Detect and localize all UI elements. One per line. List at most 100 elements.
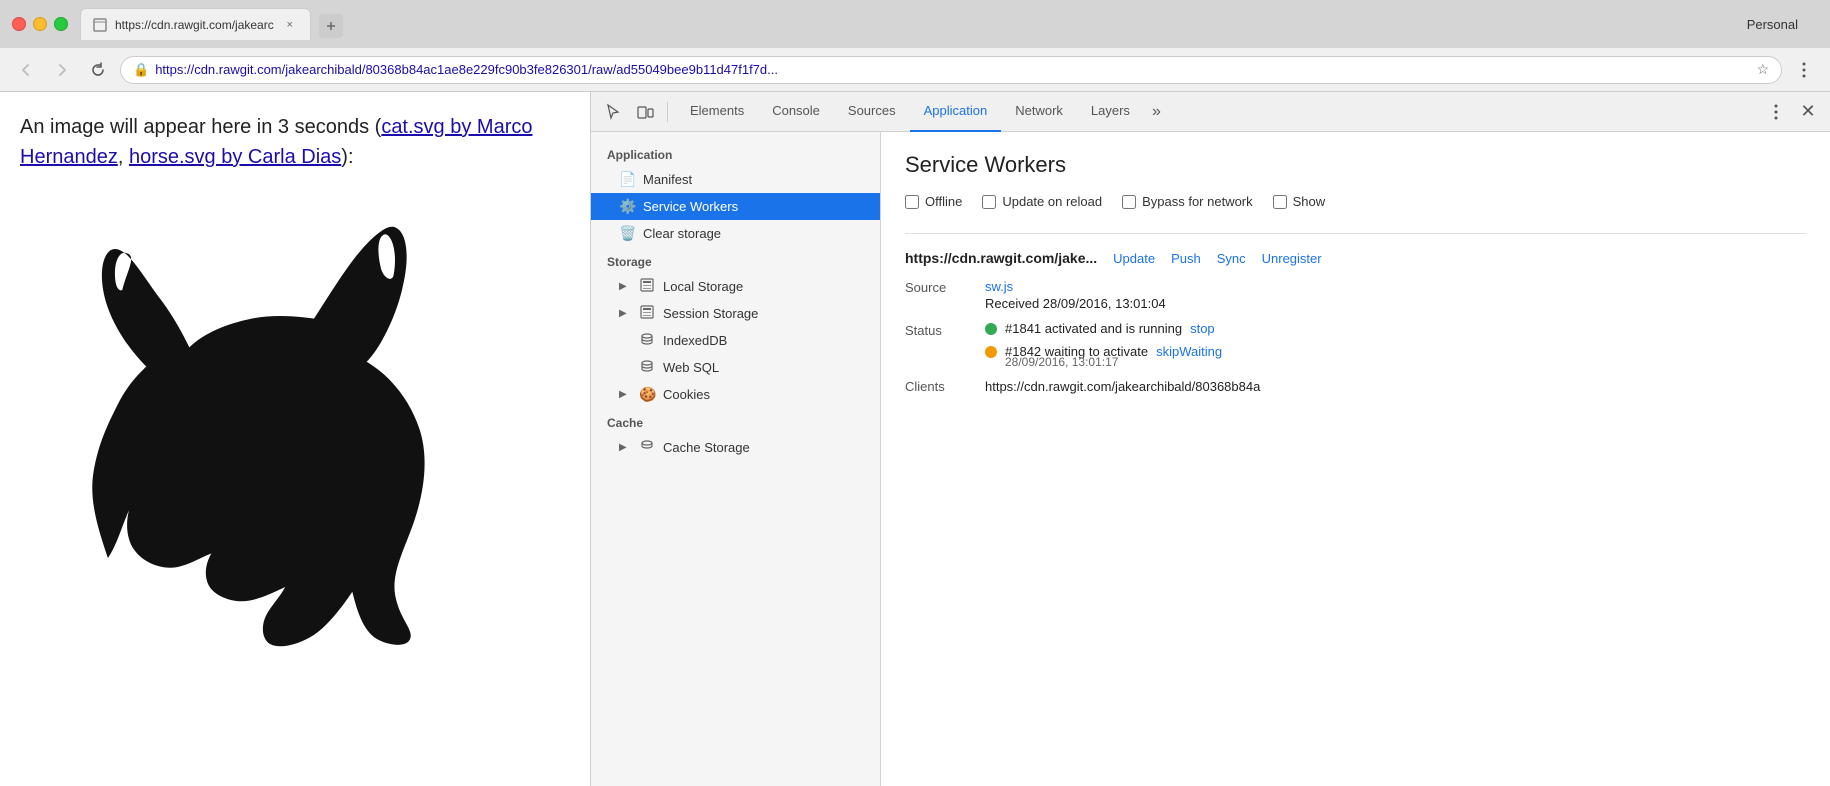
clients-label: Clients — [905, 379, 985, 394]
sw-running-text: #1841 activated and is running — [1005, 321, 1182, 336]
devtools-more-button[interactable] — [1762, 98, 1790, 126]
sidebar-item-cookies[interactable]: ▶ 🍪 Cookies — [591, 381, 880, 408]
minimize-traffic-light[interactable] — [33, 17, 47, 31]
close-traffic-light[interactable] — [12, 17, 26, 31]
tab-application[interactable]: Application — [910, 92, 1002, 132]
sidebar-item-service-workers[interactable]: ⚙️ Service Workers — [591, 193, 880, 220]
sw-checkboxes-row: Offline Update on reload Bypass for netw… — [905, 194, 1806, 209]
sw-source-row: Source sw.js Received 28/09/2016, 13:01:… — [905, 278, 1806, 311]
local-storage-icon — [639, 278, 655, 295]
reload-button[interactable] — [84, 56, 112, 84]
devtools-body: Application 📄 Manifest ⚙️ Service Worker… — [591, 132, 1830, 786]
forward-button[interactable] — [48, 56, 76, 84]
address-bar[interactable]: 🔒 https://cdn.rawgit.com/jakearchibald/8… — [120, 56, 1782, 84]
tab-favicon-icon — [93, 18, 107, 32]
update-on-reload-checkbox-label[interactable]: Update on reload — [982, 194, 1102, 209]
sidebar-cache-label: Cache — [591, 408, 880, 434]
cursor-icon — [604, 103, 622, 121]
web-sql-icon — [639, 359, 655, 376]
devtools-toolbar: Elements Console Sources Application Net… — [591, 92, 1830, 132]
sw-received-text: Received 28/09/2016, 13:01:04 — [985, 296, 1166, 311]
show-checkbox[interactable] — [1273, 195, 1287, 209]
clients-value: https://cdn.rawgit.com/jakearchibald/803… — [985, 379, 1260, 394]
toolbar-separator — [667, 102, 668, 122]
sw-url-row: https://cdn.rawgit.com/jake... Update Pu… — [905, 250, 1806, 266]
cat-silhouette — [50, 194, 530, 654]
back-button[interactable] — [12, 56, 40, 84]
device-toolbar-button[interactable] — [631, 98, 659, 126]
tab-sources[interactable]: Sources — [834, 92, 910, 132]
sw-unregister-link[interactable]: Unregister — [1262, 251, 1322, 266]
page-area: An image will appear here in 3 seconds (… — [0, 92, 590, 786]
cache-storage-expand-icon: ▶ — [619, 442, 631, 453]
devtools-close-button[interactable]: ✕ — [1794, 98, 1822, 126]
plus-icon — [325, 20, 337, 32]
sw-status-item-1: #1841 activated and is running stop — [985, 321, 1222, 336]
service-workers-icon: ⚙️ — [619, 198, 635, 215]
show-checkbox-label[interactable]: Show — [1273, 194, 1326, 209]
sw-skip-waiting-link[interactable]: skipWaiting — [1156, 344, 1222, 359]
status-dot-green — [985, 323, 997, 335]
sw-status-item-2: #1842 waiting to activate skipWaiting 28… — [985, 344, 1222, 369]
sidebar-item-local-storage[interactable]: ▶ Local Storage — [591, 273, 880, 300]
bookmark-icon[interactable]: ☆ — [1756, 61, 1769, 78]
local-storage-expand-icon: ▶ — [619, 281, 631, 292]
status-label: Status — [905, 321, 985, 338]
tab-close-button[interactable]: × — [282, 17, 298, 33]
cookies-expand-icon: ▶ — [619, 389, 631, 400]
inspect-element-button[interactable] — [599, 98, 627, 126]
tab-console[interactable]: Console — [758, 92, 834, 132]
sw-stop-link[interactable]: stop — [1190, 321, 1215, 336]
devtools-dots-icon — [1774, 104, 1778, 120]
sw-entry: https://cdn.rawgit.com/jake... Update Pu… — [905, 233, 1806, 410]
tab-title: https://cdn.rawgit.com/jakearc — [115, 18, 274, 32]
devtools-right-icons: ✕ — [1762, 98, 1822, 126]
source-label: Source — [905, 278, 985, 295]
address-text: https://cdn.rawgit.com/jakearchibald/803… — [155, 62, 1750, 77]
forward-icon — [54, 62, 70, 78]
sidebar-item-clear-storage[interactable]: 🗑️ Clear storage — [591, 220, 880, 247]
sidebar-item-indexeddb[interactable]: IndexedDB — [591, 327, 880, 354]
page-text-after: ): — [341, 146, 353, 168]
tab-bar: https://cdn.rawgit.com/jakearc × — [80, 8, 1735, 40]
vertical-dots-icon — [1802, 62, 1806, 78]
bypass-for-network-checkbox-label[interactable]: Bypass for network — [1122, 194, 1253, 209]
offline-checkbox[interactable] — [905, 195, 919, 209]
maximize-traffic-light[interactable] — [54, 17, 68, 31]
sidebar-application-label: Application — [591, 140, 880, 166]
browser-content: An image will appear here in 3 seconds (… — [0, 92, 1830, 786]
cat-image-container — [20, 184, 560, 664]
browser-tab[interactable]: https://cdn.rawgit.com/jakearc × — [80, 8, 311, 40]
link-separator: , — [118, 146, 129, 168]
clear-storage-icon: 🗑️ — [619, 225, 635, 242]
session-storage-icon — [639, 305, 655, 322]
sw-sync-link[interactable]: Sync — [1217, 251, 1246, 266]
device-icon — [636, 103, 654, 121]
update-on-reload-checkbox[interactable] — [982, 195, 996, 209]
more-tabs-button[interactable]: » — [1144, 103, 1169, 121]
sidebar-item-cache-storage[interactable]: ▶ Cache Storage — [591, 434, 880, 461]
cookies-icon: 🍪 — [639, 386, 655, 403]
tab-network[interactable]: Network — [1001, 92, 1077, 132]
sw-source-file-link[interactable]: sw.js — [985, 279, 1013, 294]
new-tab-button[interactable] — [319, 14, 343, 38]
sidebar-item-manifest[interactable]: 📄 Manifest — [591, 166, 880, 193]
cache-storage-icon — [639, 439, 655, 456]
sw-push-link[interactable]: Push — [1171, 251, 1201, 266]
reload-icon — [90, 62, 106, 78]
manifest-icon: 📄 — [619, 171, 635, 188]
offline-checkbox-label[interactable]: Offline — [905, 194, 962, 209]
devtools-panel: Elements Console Sources Application Net… — [590, 92, 1830, 786]
tab-elements[interactable]: Elements — [676, 92, 758, 132]
bypass-for-network-checkbox[interactable] — [1122, 195, 1136, 209]
more-options-button[interactable] — [1790, 56, 1818, 84]
sidebar-item-web-sql[interactable]: Web SQL — [591, 354, 880, 381]
page-description: An image will appear here in 3 seconds (… — [20, 112, 570, 172]
sw-status-row: Status #1841 activated and is running st… — [905, 321, 1806, 369]
sw-update-link[interactable]: Update — [1113, 251, 1155, 266]
horse-svg-link[interactable]: horse.svg by Carla Dias — [129, 146, 341, 168]
status-dot-orange — [985, 346, 997, 358]
devtools-sidebar: Application 📄 Manifest ⚙️ Service Worker… — [591, 132, 881, 786]
sidebar-item-session-storage[interactable]: ▶ Session Storage — [591, 300, 880, 327]
tab-layers[interactable]: Layers — [1077, 92, 1144, 132]
